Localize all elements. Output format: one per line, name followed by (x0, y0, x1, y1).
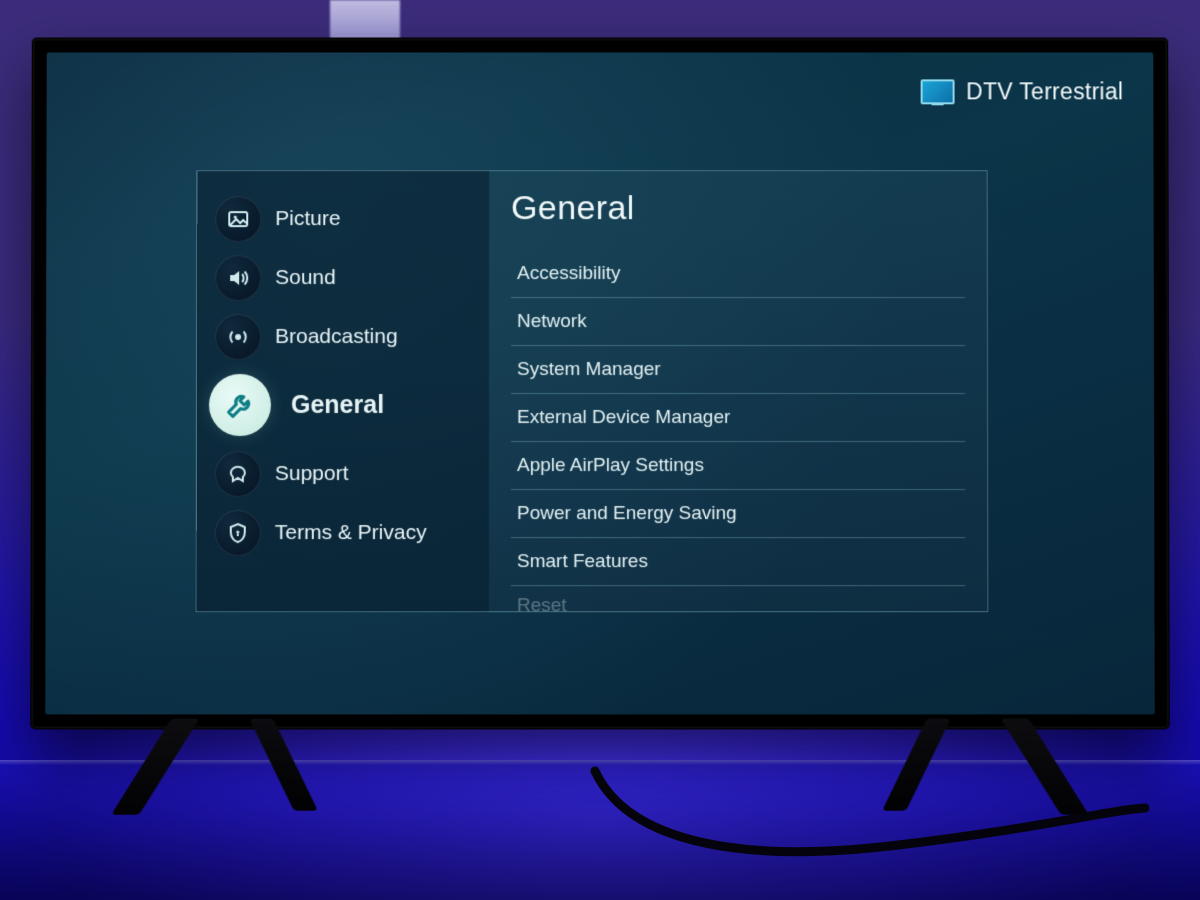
sidebar-item-label: Terms & Privacy (275, 521, 427, 545)
support-icon (215, 451, 261, 497)
sidebar-item-broadcasting[interactable]: Broadcasting (197, 307, 489, 366)
settings-sidebar: Picture Sound (197, 171, 489, 611)
sidebar-item-label: General (291, 390, 384, 419)
sound-icon (215, 255, 261, 301)
shield-icon (215, 510, 261, 556)
wrench-icon (209, 374, 271, 436)
option-smart-features[interactable]: Smart Features (511, 538, 965, 586)
sidebar-item-terms-privacy[interactable]: Terms & Privacy (197, 503, 489, 562)
broadcasting-icon (215, 314, 261, 360)
sidebar-item-label: Broadcasting (275, 325, 398, 349)
option-network[interactable]: Network (511, 298, 965, 346)
option-system-manager[interactable]: System Manager (511, 346, 965, 394)
sidebar-item-label: Sound (275, 266, 336, 290)
picture-icon (215, 196, 261, 242)
option-apple-airplay-settings[interactable]: Apple AirPlay Settings (511, 442, 965, 490)
room-background: DTV Terrestrial (0, 0, 1200, 900)
tv-screen: DTV Terrestrial (45, 52, 1154, 714)
option-reset[interactable]: Reset (511, 586, 965, 611)
option-external-device-manager[interactable]: External Device Manager (511, 394, 965, 442)
option-power-energy-saving[interactable]: Power and Energy Saving (511, 490, 965, 538)
sidebar-item-support[interactable]: Support (197, 444, 489, 503)
sidebar-item-general[interactable]: General (197, 366, 489, 444)
sidebar-item-label: Support (275, 462, 349, 486)
sidebar-item-label: Picture (275, 207, 340, 231)
table-surface (0, 760, 1200, 900)
settings-panel: Picture Sound (196, 170, 989, 612)
option-accessibility[interactable]: Accessibility (511, 250, 965, 298)
tv-bezel: DTV Terrestrial (45, 52, 1154, 714)
source-tv-icon (920, 79, 954, 104)
tv-frame: DTV Terrestrial (31, 38, 1169, 728)
settings-detail: General Accessibility Network System Man… (489, 171, 987, 611)
detail-title: General (511, 189, 965, 228)
source-label: DTV Terrestrial (966, 78, 1123, 105)
sidebar-item-sound[interactable]: Sound (197, 248, 489, 307)
sidebar-item-picture[interactable]: Picture (197, 189, 489, 248)
status-bar: DTV Terrestrial (920, 78, 1123, 105)
